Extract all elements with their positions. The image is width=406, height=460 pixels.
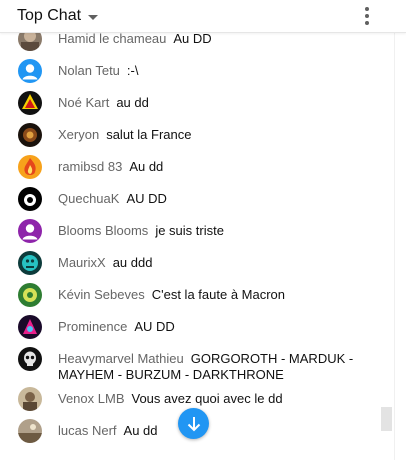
chat-message-list[interactable]: Hamid le chameau Au DD Nolan Tetu :-\ Noé …: [0, 23, 394, 460]
avatar[interactable]: [18, 315, 42, 339]
avatar[interactable]: [18, 59, 42, 83]
message-body: ramibsd 83 Au dd: [58, 159, 358, 175]
avatar[interactable]: [18, 419, 42, 443]
message-text: au dd: [116, 95, 149, 110]
message-author[interactable]: QuechuaK: [58, 191, 119, 206]
chat-message[interactable]: ramibsd 83 Au dd: [0, 155, 390, 179]
message-text: je suis triste: [155, 223, 224, 238]
more-vert-icon[interactable]: [359, 6, 375, 26]
more-dot: [365, 14, 369, 18]
message-text: :-\: [126, 63, 139, 78]
scrollbar-track[interactable]: [394, 33, 406, 460]
message-body: Prominence AU DD: [58, 319, 358, 335]
message-body: Blooms Blooms je suis triste: [58, 223, 358, 239]
chat-message[interactable]: MaurixX au ddd: [0, 251, 390, 275]
message-author[interactable]: lucas Nerf: [58, 423, 117, 438]
message-body: Nolan Tetu :-\: [58, 63, 358, 79]
message-text: Au dd: [123, 423, 158, 438]
avatar[interactable]: [18, 91, 42, 115]
message-author[interactable]: Kévin Sebeves: [58, 287, 145, 302]
message-text: Au dd: [129, 159, 164, 174]
avatar[interactable]: [18, 155, 42, 179]
message-text: AU DD: [126, 191, 167, 206]
chat-message[interactable]: Xeryon salut la France: [0, 123, 390, 147]
message-body: Noé Kart au dd: [58, 95, 358, 111]
chat-message[interactable]: QuechuaK AU DD: [0, 187, 390, 211]
header-title: Top Chat: [17, 7, 82, 24]
chat-message[interactable]: Noé Kart au dd: [0, 91, 390, 115]
caret-down-icon: [88, 14, 99, 20]
message-author[interactable]: Xeryon: [58, 127, 99, 142]
message-author[interactable]: Hamid le chameau: [58, 31, 166, 46]
message-text: Au DD: [173, 31, 212, 46]
chat-message[interactable]: Kévin Sebeves C'est la faute à Macron: [0, 283, 390, 307]
avatar[interactable]: [18, 187, 42, 211]
message-body: Xeryon salut la France: [58, 127, 358, 143]
message-author[interactable]: Heavymarvel Mathieu: [58, 351, 184, 366]
message-text: C'est la faute à Macron: [151, 287, 286, 302]
message-body: Heavymarvel Mathieu GORGOROTH - MARDUK - …: [58, 351, 358, 383]
message-author[interactable]: Prominence: [58, 319, 127, 334]
chat-message[interactable]: Nolan Tetu :-\: [0, 59, 390, 83]
message-body: Hamid le chameau Au DD: [58, 31, 358, 47]
more-dot: [365, 7, 369, 11]
message-body: QuechuaK AU DD: [58, 191, 358, 207]
avatar[interactable]: [18, 387, 42, 411]
message-author[interactable]: ramibsd 83: [58, 159, 122, 174]
scrollbar-thumb[interactable]: [381, 407, 392, 431]
chat-message[interactable]: Blooms Blooms je suis triste: [0, 219, 390, 243]
more-dot: [365, 21, 369, 25]
scroll-down-button[interactable]: [178, 408, 209, 439]
message-body: MaurixX au ddd: [58, 255, 358, 271]
message-body: Venox LMB Vous avez quoi avec le dd: [58, 391, 358, 407]
chat-message[interactable]: Prominence AU DD: [0, 315, 390, 339]
message-author[interactable]: Noé Kart: [58, 95, 109, 110]
message-text: AU DD: [134, 319, 175, 334]
message-body: Kévin Sebeves C'est la faute à Macron: [58, 287, 358, 303]
message-text: Vous avez quoi avec le dd: [131, 391, 283, 406]
avatar[interactable]: [18, 251, 42, 275]
message-author[interactable]: MaurixX: [58, 255, 106, 270]
arrow-down-icon: [187, 416, 200, 431]
message-text: au ddd: [112, 255, 153, 270]
message-author[interactable]: Nolan Tetu: [58, 63, 120, 78]
top-chat-dropdown[interactable]: Top Chat: [17, 5, 99, 27]
avatar[interactable]: [18, 219, 42, 243]
message-text: salut la France: [106, 127, 192, 142]
message-author[interactable]: Venox LMB: [58, 391, 125, 406]
message-author[interactable]: Blooms Blooms: [58, 223, 148, 238]
chat-header: Top Chat: [0, 0, 406, 33]
chat-message[interactable]: Heavymarvel Mathieu GORGOROTH - MARDUK - …: [0, 347, 390, 383]
avatar[interactable]: [18, 283, 42, 307]
avatar[interactable]: [18, 123, 42, 147]
avatar[interactable]: [18, 347, 42, 371]
